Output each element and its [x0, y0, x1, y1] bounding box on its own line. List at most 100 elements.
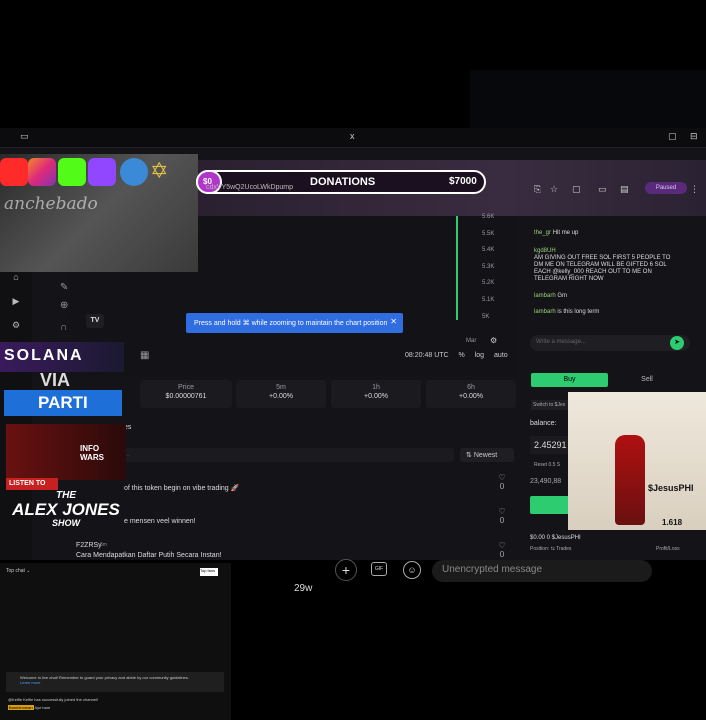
- feed-item-user[interactable]: F2ZRSy: [76, 542, 102, 549]
- x-axis-month: Mar: [466, 338, 477, 344]
- infowars-text: INFO WARS: [80, 444, 104, 462]
- home-icon[interactable]: ⌂: [10, 272, 22, 282]
- send-icon[interactable]: ➤: [670, 336, 684, 350]
- pencil-tool-icon[interactable]: ✎: [60, 282, 68, 293]
- stat-value: +0.00%: [269, 393, 293, 400]
- calendar-icon[interactable]: ▦: [140, 350, 149, 361]
- video-icon[interactable]: ▶: [10, 296, 22, 306]
- like-icon[interactable]: ♡: [497, 474, 507, 482]
- chat-user[interactable]: the_gr: [534, 230, 551, 236]
- jesusphi-title: $JesusPHI: [648, 483, 694, 493]
- chart-time-bar: 08:20:48 UTC % log auto: [405, 352, 516, 359]
- y-tick: 5.1K: [482, 296, 495, 303]
- chat-message: Bambinoman Aye bam: [8, 705, 50, 710]
- window-tab-icon[interactable]: ▢: [668, 131, 677, 142]
- buy-tab[interactable]: Buy: [531, 373, 608, 387]
- settings-sliders-icon[interactable]: ⚙: [10, 320, 22, 330]
- tradingview-logo: TV: [86, 314, 104, 328]
- chat-text: Aye bam: [34, 705, 51, 710]
- welcome-text: Welcome to live chat! Remember to guard …: [20, 675, 189, 680]
- sort-newest-button[interactable]: ⇅ Newest: [460, 448, 514, 462]
- quick-amounts[interactable]: Reset 0.5 S: [534, 462, 560, 468]
- magnet-tool-icon[interactable]: ∩: [60, 322, 67, 333]
- auto-toggle[interactable]: auto: [494, 352, 508, 359]
- chat-message: lambarh Gm: [534, 293, 674, 300]
- like-count: 0: [499, 482, 505, 491]
- feed-item-text: Cara Mendapatkan Daftar Putih Secara Ins…: [76, 552, 222, 559]
- streamer-handle: anchebado: [4, 194, 98, 214]
- profile-icon[interactable]: ▤: [620, 184, 629, 195]
- feed-search-input[interactable]: ...: [118, 448, 454, 462]
- chat-user[interactable]: Bambinoman: [8, 705, 34, 710]
- percent-toggle[interactable]: %: [459, 352, 465, 359]
- donations-title: DONATIONS: [310, 176, 376, 188]
- chat-text: Gm: [557, 293, 568, 299]
- learn-more-link[interactable]: Learn more: [20, 680, 218, 685]
- stat-label: 6h: [467, 384, 475, 391]
- sort-label: Newest: [473, 452, 498, 459]
- log-toggle[interactable]: log: [475, 352, 484, 359]
- jesusphi-figure: [615, 435, 645, 525]
- window-icon[interactable]: ▭: [20, 131, 29, 142]
- price-candle: [456, 216, 458, 320]
- message-input[interactable]: Unencrypted message: [432, 560, 652, 582]
- chat-text: is this long term: [557, 309, 600, 315]
- chat-user[interactable]: lambarh: [534, 293, 556, 299]
- chart-y-axis: 5.6K 5.5K 5.4K 5.3K 5.2K 5.1K 5K: [482, 214, 518, 330]
- social-icons: ✡: [0, 158, 180, 188]
- stat-6h: 6h +0.00%: [426, 380, 516, 408]
- chat-input[interactable]: Write a message...: [530, 335, 690, 351]
- solana-banner: SOLANA: [0, 342, 124, 372]
- download-icon[interactable]: ▭: [598, 184, 607, 195]
- y-tick: 5.4K: [482, 247, 495, 254]
- sell-tab[interactable]: Sell: [612, 373, 682, 387]
- stat-5m: 5m +0.00%: [236, 380, 326, 408]
- kick-icon: [58, 158, 86, 186]
- chat-message: lambarh is this long term: [534, 309, 674, 316]
- paused-badge[interactable]: Paused: [645, 182, 687, 194]
- place-trade-button[interactable]: [530, 496, 570, 514]
- like-count: 0: [499, 516, 505, 525]
- more-menu-icon[interactable]: ⋮: [690, 184, 699, 195]
- switch-token-button[interactable]: Switch to $Jes: [531, 400, 571, 410]
- chat-user[interactable]: kgd8UH: [534, 248, 679, 255]
- donations-goal: $7000: [449, 176, 477, 187]
- party-popper-icon: [120, 158, 148, 186]
- zoom-tool-icon[interactable]: ⊕: [60, 300, 68, 311]
- sidebar-toggle-icon[interactable]: ⊟: [690, 131, 698, 142]
- extension-icon[interactable]: ▢: [572, 184, 581, 195]
- emoji-icon[interactable]: ☺: [403, 561, 421, 579]
- chat-text: AM GIVING OUT FREE SOL FIRST 5 PEOPLE TO…: [534, 255, 671, 282]
- position-tabs[interactable]: Position: ⇆ Trades: [530, 546, 571, 552]
- chat-welcome-notice: Welcome to live chat! Remember to guard …: [6, 672, 224, 692]
- sort-icon: ⇅: [466, 452, 474, 459]
- position-value: $0.00 0 $JesusPHI: [530, 535, 581, 541]
- share-icon[interactable]: ⎘: [534, 184, 541, 195]
- chat-message: kgd8UH AM GIVING OUT FREE SOL FIRST 5 PE…: [534, 248, 679, 283]
- chevron-down-icon: ⌄: [24, 568, 31, 574]
- bookmark-icon[interactable]: ☆: [550, 184, 558, 195]
- like-icon[interactable]: ♡: [497, 542, 507, 550]
- y-tick: 5.6K: [482, 214, 495, 220]
- star-of-david-icon: ✡: [150, 158, 169, 183]
- top-chat-label: Top chat: [6, 568, 25, 574]
- aj-show: SHOW: [52, 518, 80, 528]
- stat-value: +0.00%: [459, 393, 483, 400]
- gif-button[interactable]: GIF: [371, 562, 387, 576]
- profit-loss-label: Profit/Loss: [656, 546, 680, 552]
- add-attachment-button[interactable]: +: [335, 559, 357, 581]
- chat-user[interactable]: lambarh: [534, 309, 556, 315]
- chart-settings-icon[interactable]: ⚙: [490, 336, 497, 345]
- jesusphi-number: 1.618: [662, 518, 683, 527]
- window-titlebar: ▭ x ▢ ⊟: [0, 128, 706, 148]
- infowars-banner: INFO WARS: [6, 424, 126, 480]
- tooltip-text: Press and hold ⌘ while zooming to mainta…: [194, 320, 388, 327]
- like-icon[interactable]: ♡: [497, 508, 507, 516]
- close-icon[interactable]: x: [350, 131, 355, 141]
- top-chat-dropdown[interactable]: Top chat ⌄: [6, 568, 31, 574]
- twitch-icon: [88, 158, 116, 186]
- chart-time: 08:20:48 UTC: [405, 352, 449, 359]
- top-fans-badge[interactable]: Top fans: [200, 568, 218, 576]
- tooltip-close-icon[interactable]: ✕: [390, 317, 397, 326]
- y-tick: 5.2K: [482, 280, 495, 287]
